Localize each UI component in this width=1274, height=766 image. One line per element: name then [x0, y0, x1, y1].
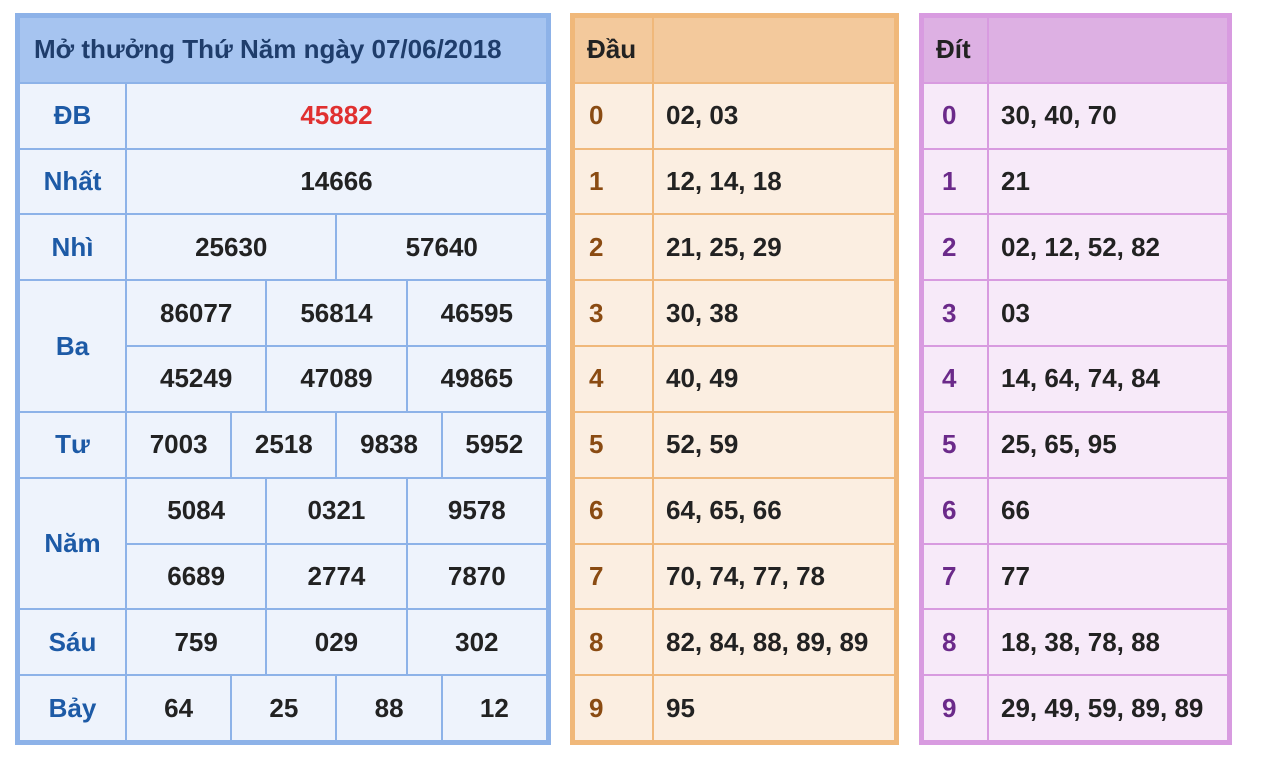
dau-values: 52, 59: [652, 410, 896, 479]
dau-values: 40, 49: [652, 345, 896, 413]
prize-ba-value: 47089: [265, 345, 408, 413]
dit-values: 03: [987, 279, 1229, 348]
dau-index: 0: [573, 81, 654, 150]
prize-nam-value: 5084: [124, 476, 268, 545]
prize-nam-value: 0321: [265, 476, 408, 545]
dit-table: Đít 0 30, 40, 70 1 21 2 02, 12, 52, 82 3 03 …: [919, 13, 1232, 745]
dau-table: Đầu 0 02, 03 1 12, 14, 18 2 21, 25, 29 3 30,…: [570, 13, 899, 745]
dau-values: 02, 03: [652, 81, 896, 150]
dau-index: 7: [573, 542, 654, 611]
prize-tu-value: 9838: [335, 410, 443, 479]
dit-index: 8: [922, 608, 989, 677]
dit-values: 30, 40, 70: [987, 81, 1229, 150]
dau-index: 8: [573, 608, 654, 677]
dau-values: 82, 84, 88, 89, 89: [652, 608, 896, 677]
prize-nam-value: 2774: [265, 542, 408, 611]
prize-label-sau: Sáu: [18, 608, 127, 677]
prize-tu-value: 2518: [230, 410, 338, 479]
dit-header-blank: [987, 16, 1229, 84]
dit-index: 1: [922, 147, 989, 216]
dau-header-blank: [652, 16, 896, 84]
prize-label-tu: Tư: [18, 410, 127, 479]
prize-label-bay: Bảy: [18, 674, 127, 742]
dau-index: 4: [573, 345, 654, 413]
dit-values: 25, 65, 95: [987, 410, 1229, 479]
prize-nam-value: 9578: [405, 476, 549, 545]
results-grid: Mở thưởng Thứ Năm ngày 07/06/2018 ĐB 458…: [18, 16, 549, 742]
dau-index: 2: [573, 213, 654, 282]
dau-index: 3: [573, 279, 654, 348]
dau-header: Đầu: [573, 16, 654, 84]
prize-nhat-value: 14666: [125, 147, 548, 216]
dit-index: 6: [922, 476, 989, 545]
dit-index: 7: [922, 542, 989, 611]
dit-values: 02, 12, 52, 82: [987, 213, 1229, 282]
prize-nhi-value: 57640: [335, 213, 548, 282]
dau-values: 95: [652, 674, 896, 742]
prize-ba-value: 49865: [405, 345, 549, 413]
dau-values: 21, 25, 29: [652, 213, 896, 282]
prize-sau-value: 302: [405, 608, 549, 677]
prize-bay-value: 88: [335, 674, 443, 742]
prize-ba-value: 46595: [405, 279, 549, 348]
dau-values: 70, 74, 77, 78: [652, 542, 896, 611]
results-table: Mở thưởng Thứ Năm ngày 07/06/2018 ĐB 458…: [15, 13, 551, 745]
prize-sau-value: 759: [124, 608, 268, 677]
dau-index: 5: [573, 410, 654, 479]
prize-label-nam: Năm: [18, 476, 127, 611]
prize-nam-value: 6689: [124, 542, 268, 611]
dau-index: 6: [573, 476, 654, 545]
dau-index: 1: [573, 147, 654, 216]
dit-values: 29, 49, 59, 89, 89: [987, 674, 1229, 742]
dau-values: 12, 14, 18: [652, 147, 896, 216]
prize-label-nhat: Nhất: [18, 147, 127, 216]
prize-ba-value: 45249: [124, 345, 268, 413]
dit-values: 14, 64, 74, 84: [987, 345, 1229, 413]
prize-ba-value: 56814: [265, 279, 408, 348]
dit-values: 18, 38, 78, 88: [987, 608, 1229, 677]
dau-grid: Đầu 0 02, 03 1 12, 14, 18 2 21, 25, 29 3 30,…: [573, 16, 896, 742]
prize-label-ba: Ba: [18, 279, 127, 413]
dit-header: Đít: [922, 16, 989, 84]
prize-nam-value: 7870: [405, 542, 549, 611]
dit-index: 3: [922, 279, 989, 348]
prize-ba-value: 86077: [124, 279, 268, 348]
prize-db-value: 45882: [125, 81, 548, 150]
dit-values: 21: [987, 147, 1229, 216]
prize-label-db: ĐB: [18, 81, 127, 150]
dit-index: 9: [922, 674, 989, 742]
results-title: Mở thưởng Thứ Năm ngày 07/06/2018: [18, 16, 548, 84]
dau-values: 30, 38: [652, 279, 896, 348]
dit-index: 2: [922, 213, 989, 282]
prize-bay-value: 64: [124, 674, 233, 742]
prize-bay-value: 12: [440, 674, 549, 742]
dit-grid: Đít 0 30, 40, 70 1 21 2 02, 12, 52, 82 3 03 …: [922, 16, 1229, 742]
prize-label-nhi: Nhì: [18, 213, 127, 282]
dit-index: 4: [922, 345, 989, 413]
dau-values: 64, 65, 66: [652, 476, 896, 545]
prize-tu-value: 5952: [440, 410, 549, 479]
dit-index: 0: [922, 81, 989, 150]
dit-values: 66: [987, 476, 1229, 545]
prize-bay-value: 25: [230, 674, 338, 742]
dit-index: 5: [922, 410, 989, 479]
prize-tu-value: 7003: [124, 410, 233, 479]
dit-values: 77: [987, 542, 1229, 611]
prize-nhi-value: 25630: [124, 213, 338, 282]
dau-index: 9: [573, 674, 654, 742]
prize-sau-value: 029: [265, 608, 408, 677]
